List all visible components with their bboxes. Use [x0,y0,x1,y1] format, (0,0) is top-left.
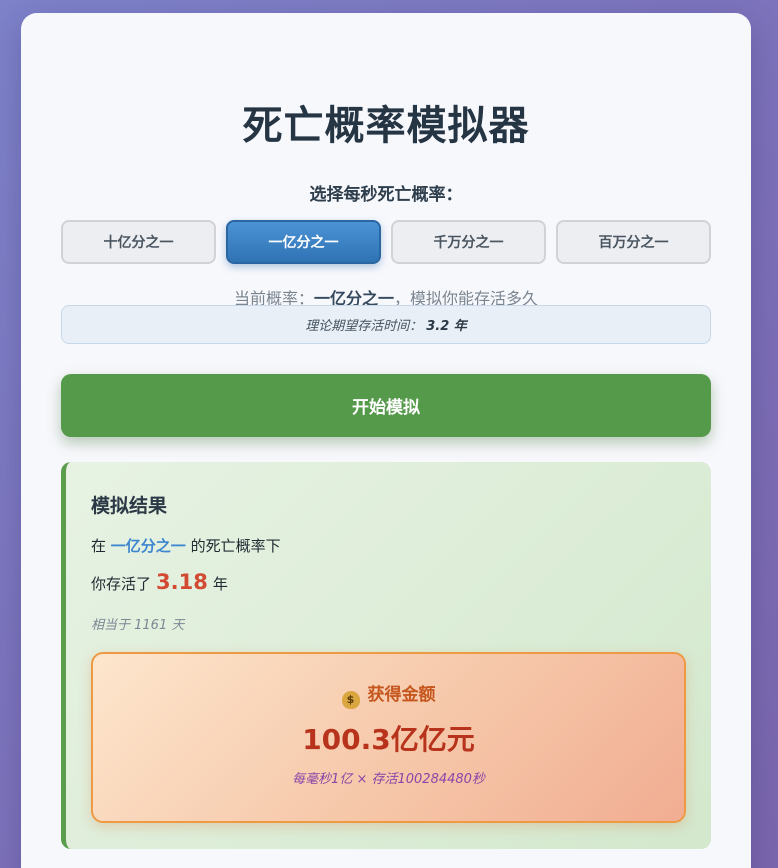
line2-prefix: 你存活了 [91,575,152,593]
line1-suffix: 的死亡概率下 [190,537,281,555]
money-bag-icon: $ [341,691,360,709]
line2-suffix: 年 [212,575,228,593]
expected-survival-value: 3.2 年 [426,319,467,334]
expected-survival-label: 理论期望存活时间： [305,319,423,334]
survival-years-value: 3.18 [156,570,208,594]
option-one-in-ten-million[interactable]: 千万分之一 [391,220,546,264]
line1-prefix: 在 [91,537,107,555]
probability-select-label: 选择每秒死亡概率： [309,185,463,205]
money-note: 每毫秒1亿 × 存活100284480秒 [292,772,485,787]
result-probability-line: 在 一亿分之一 的死亡概率下 [91,535,281,556]
result-survival-line: 你存活了 3.18 年 [91,570,228,594]
start-simulation-button[interactable]: 开始模拟 [61,374,711,437]
option-one-in-million[interactable]: 百万分之一 [556,220,711,264]
result-probability-value: 一亿分之一 [110,537,186,555]
option-one-in-billion[interactable]: 十亿分之一 [61,220,216,264]
money-label-row: $ 获得金额 [93,680,684,709]
expected-survival-box: 理论期望存活时间： 3.2 年 [61,305,711,344]
money-box: $ 获得金额 100.3亿亿元 每毫秒1亿 × 存活100284480秒 [91,652,686,823]
money-label: 获得金额 [367,685,436,705]
money-amount: 100.3亿亿元 [302,723,475,756]
result-panel: 模拟结果 在 一亿分之一 的死亡概率下 你存活了 3.18 年 相当于 1161… [61,462,711,849]
option-one-in-hundred-million[interactable]: 一亿分之一 [226,220,381,264]
survival-days-text: 相当于 1161 天 [91,618,185,633]
result-heading: 模拟结果 [91,495,168,517]
page-title: 死亡概率模拟器 [242,103,530,149]
